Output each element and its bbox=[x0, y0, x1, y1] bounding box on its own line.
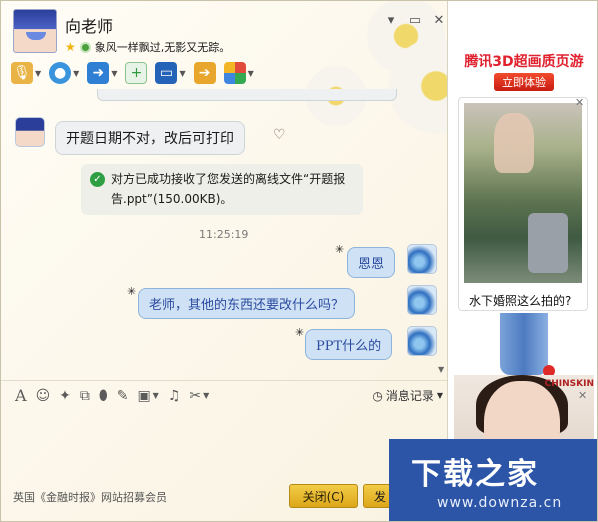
ad-photo[interactable] bbox=[464, 103, 582, 283]
message-timestamp: 11:25:19 bbox=[199, 228, 249, 241]
emoji-icon[interactable]: ☺ bbox=[36, 388, 51, 404]
self-message-avatar[interactable] bbox=[407, 285, 437, 315]
message-history-button[interactable]: ◷ 消息记录 ▼ bbox=[372, 387, 443, 404]
close-button[interactable]: 关闭(C) bbox=[289, 484, 358, 508]
watermark-title: 下载之家 bbox=[411, 457, 539, 492]
contact-message-avatar[interactable] bbox=[15, 117, 45, 147]
chat-history[interactable]: 开题日期不对，改后可打印 ♡ ✓ 对方已成功接收了您发送的离线文件“开题报告.p… bbox=[1, 89, 447, 379]
add-chat-icon: + bbox=[125, 62, 148, 84]
message-bubble-right[interactable]: 老师，其他的东西还要改什么吗？ bbox=[138, 288, 356, 319]
share-screen-icon: ➔ bbox=[193, 62, 216, 84]
signature-text: 象风一样飘过,无影又无踪。 bbox=[94, 41, 231, 54]
star-icon: ★ bbox=[65, 40, 76, 54]
check-circle-icon: ✓ bbox=[90, 172, 105, 187]
send-file-button[interactable]: ➜ ▼ bbox=[87, 62, 117, 84]
contact-name[interactable]: 向老师 bbox=[65, 13, 113, 37]
close-ad-icon[interactable]: ✕ bbox=[575, 96, 584, 109]
remote-desktop-button[interactable]: ▭ ▼ bbox=[155, 62, 186, 84]
photo-caption[interactable]: 水下婚照这么拍的? bbox=[469, 292, 571, 309]
photo-ad-card[interactable]: 水下婚照这么拍的? ✕ bbox=[458, 96, 588, 311]
webcam-icon: ● bbox=[49, 62, 72, 84]
file-received-notice: ✓ 对方已成功接收了您发送的离线文件“开题报告.ppt”(150.00KB)。 bbox=[81, 164, 363, 215]
font-icon[interactable]: A bbox=[15, 386, 27, 405]
message-bubble-left[interactable]: 开题日期不对，改后可打印 bbox=[55, 121, 245, 155]
signature-row: ★ 象风一样飘过,无影又无踪。 bbox=[65, 39, 230, 55]
qzone-icon[interactable] bbox=[79, 41, 91, 53]
system-message-text: 对方已成功接收了您发送的离线文件“开题报告.ppt”(150.00KB)。 bbox=[111, 172, 346, 206]
apps-grid-icon bbox=[223, 62, 246, 84]
ad-brand: CHINSKIN bbox=[544, 379, 594, 389]
footer-ad-link[interactable]: 英国《金融时报》网站招募会员 bbox=[13, 489, 167, 505]
message-input[interactable] bbox=[9, 413, 439, 479]
scroll-down-icon[interactable]: ▼ bbox=[438, 365, 444, 374]
message-bubble-right[interactable]: 恩恩 bbox=[347, 247, 396, 278]
voice-call-button[interactable]: 🎙 ▼ bbox=[11, 62, 41, 84]
close-ad-icon[interactable]: ✕ bbox=[578, 389, 587, 402]
self-message-avatar[interactable] bbox=[407, 244, 437, 274]
dropdown-menu-icon[interactable]: ▾ bbox=[379, 11, 403, 29]
screenshot-icon[interactable]: ⧉ bbox=[80, 388, 90, 404]
heart-decoration: ♡ bbox=[273, 127, 286, 143]
maximize-icon[interactable]: ▭ bbox=[403, 11, 427, 29]
chevron-down-icon[interactable]: ▼ bbox=[111, 69, 117, 78]
add-chat-button[interactable]: + bbox=[125, 62, 148, 84]
scissors-icon[interactable]: ✂ ▼ bbox=[189, 388, 209, 404]
contact-avatar[interactable] bbox=[13, 9, 57, 53]
shake-icon[interactable]: ✦ bbox=[59, 388, 71, 404]
game-ad-title: 腾讯3D超画质页游 bbox=[464, 54, 584, 70]
previous-message-edge bbox=[97, 89, 397, 101]
chevron-down-icon[interactable]: ▼ bbox=[35, 69, 41, 78]
clock-icon: ◷ bbox=[372, 388, 383, 403]
chevron-down-icon[interactable]: ▼ bbox=[73, 69, 79, 78]
remote-desktop-icon: ▭ bbox=[155, 62, 178, 84]
music-icon[interactable]: ♫ bbox=[168, 388, 181, 404]
folder-send-icon: ➜ bbox=[87, 62, 110, 84]
microphone-icon: 🎙 bbox=[11, 62, 33, 84]
game-ad-banner[interactable]: 腾讯3D超画质页游 立即体验 bbox=[456, 51, 592, 91]
image-icon[interactable]: ▣ ▼ bbox=[137, 388, 158, 404]
main-toolbar: 🎙 ▼ ● ▼ ➜ ▼ + ▭ ▼ ➔ ▼ bbox=[11, 59, 254, 87]
photo-person bbox=[494, 113, 534, 173]
video-call-button[interactable]: ● ▼ bbox=[49, 62, 79, 84]
watermark-url: www.downza.cn bbox=[437, 495, 563, 511]
self-message-avatar[interactable] bbox=[407, 326, 437, 356]
chevron-down-icon: ▼ bbox=[436, 391, 443, 400]
edit-icon[interactable]: ✎ bbox=[117, 388, 129, 404]
ad-image-strip bbox=[500, 313, 548, 375]
chevron-down-icon[interactable]: ▼ bbox=[179, 69, 185, 78]
share-screen-button[interactable]: ➔ bbox=[193, 62, 216, 84]
window-controls: ▾ ▭ ✕ bbox=[379, 11, 451, 29]
photo-legs bbox=[528, 213, 568, 273]
apps-button[interactable]: ▼ bbox=[223, 62, 254, 84]
input-toolbar: A ☺ ✦ ⧉ ⬮ ✎ ▣ ▼ ♫ ✂ ▼ ◷ 消息记录 ▼ bbox=[1, 380, 447, 410]
chat-window: 向老师 ★ 象风一样飘过,无影又无踪。 ▾ ▭ ✕ 🎙 ▼ ● ▼ ➜ ▼ + ▭ ▼ … bbox=[0, 0, 598, 522]
chevron-down-icon[interactable]: ▼ bbox=[248, 69, 254, 78]
history-label: 消息记录 bbox=[385, 389, 434, 403]
game-ad-cta-button[interactable]: 立即体验 bbox=[494, 73, 554, 91]
message-bubble-right[interactable]: PPT什么的 bbox=[305, 329, 393, 360]
voice-message-icon[interactable]: ⬮ bbox=[99, 388, 108, 404]
